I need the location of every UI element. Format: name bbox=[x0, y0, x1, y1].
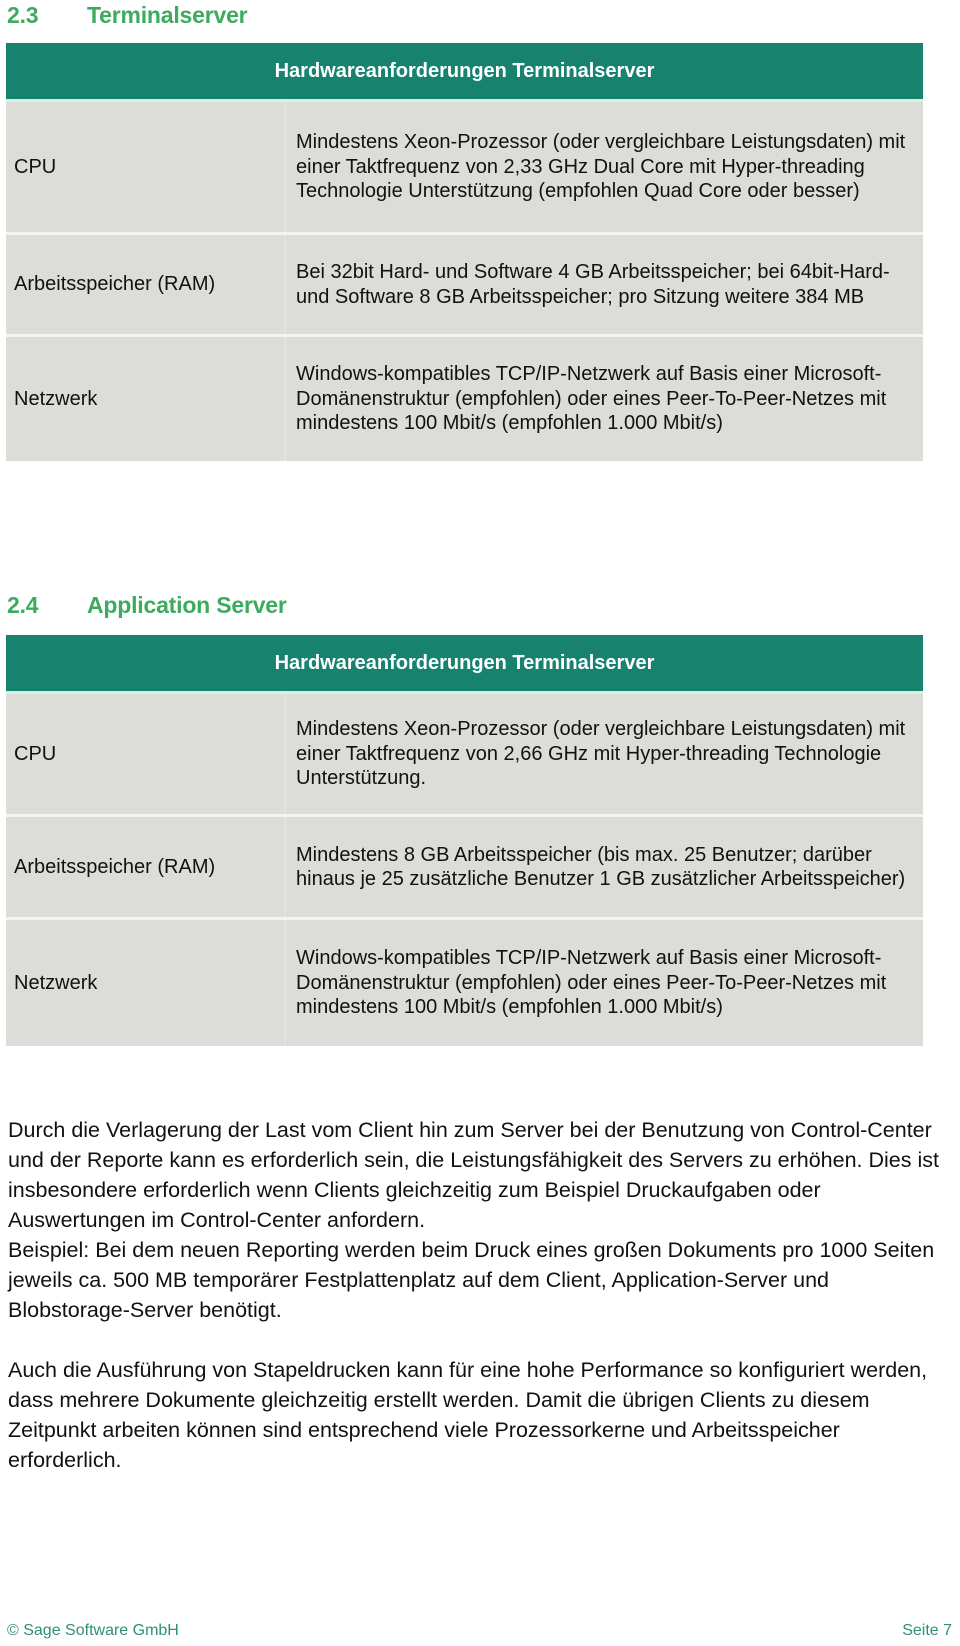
section-number: 2.4 bbox=[7, 592, 39, 618]
table-row-ram: Arbeitsspeicher (RAM) Bei 32bit Hard- un… bbox=[6, 235, 923, 337]
section-title: Terminalserver bbox=[87, 2, 248, 28]
row-value: Mindestens Xeon-Prozessor (oder vergleic… bbox=[296, 131, 906, 203]
section-heading-application-server: 2.4 Application Server bbox=[7, 592, 287, 619]
table-row-cpu: CPU Mindestens Xeon-Prozessor (oder verg… bbox=[6, 102, 923, 235]
hardware-table-application-server: Hardwareanforderungen Terminalserver CPU… bbox=[6, 635, 923, 1046]
row-label: Arbeitsspeicher (RAM) bbox=[6, 235, 286, 334]
hardware-table-terminalserver: Hardwareanforderungen Terminalserver CPU… bbox=[6, 43, 923, 461]
row-label: CPU bbox=[6, 694, 286, 814]
table-row-cpu: CPU Mindestens Xeon-Prozessor (oder verg… bbox=[6, 694, 923, 817]
table-header: Hardwareanforderungen Terminalserver bbox=[6, 635, 923, 694]
row-value: Mindestens Xeon-Prozessor (oder vergleic… bbox=[296, 718, 906, 790]
row-label: Netzwerk bbox=[6, 337, 286, 461]
section-heading-terminalserver: 2.3 Terminalserver bbox=[7, 2, 248, 29]
table-row-network: Netzwerk Windows-kompatibles TCP/IP-Netz… bbox=[6, 337, 923, 461]
body-paragraph: Auch die Ausführung von Stapeldrucken ka… bbox=[8, 1358, 928, 1472]
row-value: Windows-kompatibles TCP/IP-Netzwerk auf … bbox=[296, 947, 887, 1019]
row-label: Arbeitsspeicher (RAM) bbox=[6, 817, 286, 917]
row-value: Bei 32bit Hard- und Software 4 GB Arbeit… bbox=[296, 261, 890, 308]
table-row-ram: Arbeitsspeicher (RAM) Mindestens 8 GB Ar… bbox=[6, 817, 923, 920]
row-label: CPU bbox=[6, 102, 286, 232]
row-value: Mindestens 8 GB Arbeitsspeicher (bis max… bbox=[296, 843, 906, 891]
footer-page-number: Seite 7 bbox=[902, 1622, 952, 1639]
table-header: Hardwareanforderungen Terminalserver bbox=[6, 43, 923, 102]
row-value: Windows-kompatibles TCP/IP-Netzwerk auf … bbox=[296, 363, 887, 435]
body-paragraph: Beispiel: Bei dem neuen Reporting werden… bbox=[8, 1238, 935, 1322]
body-paragraph: Durch die Verlagerung der Last vom Clien… bbox=[8, 1118, 939, 1232]
row-label: Netzwerk bbox=[6, 920, 286, 1046]
footer-copyright: © Sage Software GmbH bbox=[7, 1622, 179, 1639]
section-number: 2.3 bbox=[7, 2, 39, 28]
table-row-network: Netzwerk Windows-kompatibles TCP/IP-Netz… bbox=[6, 920, 923, 1046]
section-title: Application Server bbox=[87, 592, 287, 618]
